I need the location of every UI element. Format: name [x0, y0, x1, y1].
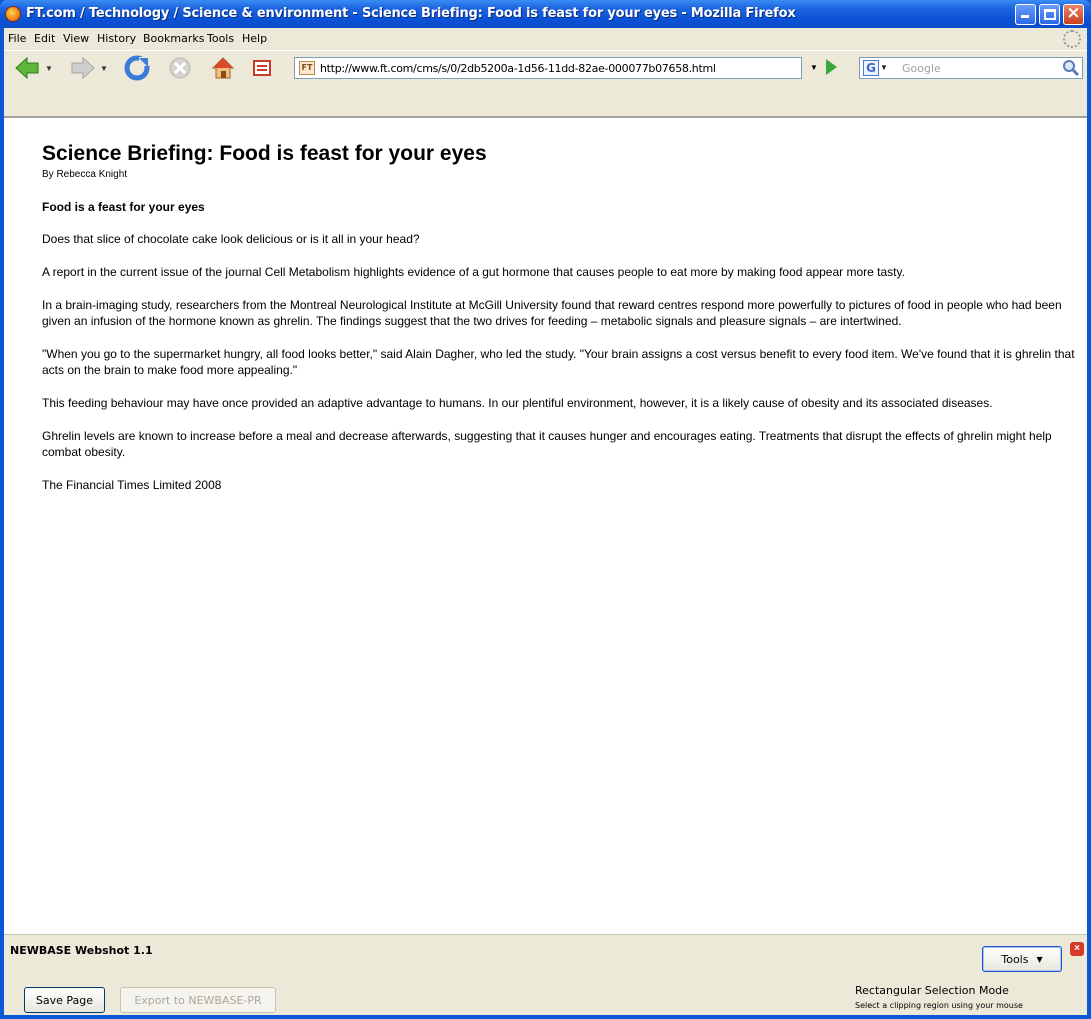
home-button[interactable] — [209, 55, 237, 81]
title-bar: FT.com / Technology / Science & environm… — [0, 0, 1091, 28]
reload-icon — [124, 55, 150, 81]
close-icon: × — [1066, 3, 1081, 23]
search-placeholder[interactable]: Google — [902, 62, 941, 75]
article-paragraph: "When you go to the supermarket hungry, … — [42, 347, 1075, 377]
tools-dropdown-icon: ▼ — [1036, 954, 1043, 964]
tools-label: Tools — [1001, 952, 1029, 966]
minimize-icon — [1021, 15, 1029, 18]
article-paragraph: This feeding behaviour may have once pro… — [42, 396, 993, 410]
article-paragraph: Does that slice of chocolate cake look d… — [42, 232, 420, 246]
minimize-button[interactable] — [1015, 4, 1036, 25]
search-box[interactable]: G ▼ Google — [859, 57, 1083, 79]
menu-tools[interactable]: Tools — [207, 32, 234, 45]
go-arrow-icon[interactable] — [826, 59, 837, 75]
panel-close-icon[interactable]: × — [1070, 942, 1084, 956]
article-paragraph: A report in the current issue of the jou… — [42, 265, 905, 279]
browser-window: FT.com / Technology / Science & environm… — [0, 0, 1091, 1019]
selection-mode-description: Select a clipping region using your mous… — [855, 1001, 1023, 1010]
forward-arrow-icon — [71, 57, 95, 79]
forward-history-dropdown[interactable]: ▼ — [99, 55, 109, 81]
site-favicon-icon: FT — [299, 61, 315, 75]
menu-help[interactable]: Help — [242, 32, 267, 45]
url-text[interactable]: http://www.ft.com/cms/s/0/2db5200a-1d56-… — [320, 62, 716, 75]
google-engine-icon[interactable]: G — [863, 60, 879, 76]
article-subhead: Food is a feast for your eyes — [42, 200, 205, 214]
stop-icon — [169, 57, 191, 79]
home-icon — [211, 57, 235, 79]
url-history-dropdown[interactable]: ▼ — [806, 57, 822, 79]
magnifier-icon — [1063, 60, 1080, 77]
tools-dropdown-button[interactable]: Tools ▼ — [982, 946, 1062, 972]
menu-edit[interactable]: Edit — [34, 32, 55, 45]
article-paragraph: In a brain-imaging study, researchers fr… — [42, 298, 1062, 328]
article-headline: Science Briefing: Food is feast for your… — [42, 142, 487, 165]
menu-history[interactable]: History — [97, 32, 136, 45]
firefox-icon — [5, 6, 21, 22]
print-button[interactable] — [248, 55, 276, 81]
selection-mode-title: Rectangular Selection Mode — [855, 984, 1009, 997]
print-icon — [253, 60, 271, 76]
export-button[interactable]: Export to NEWBASE-PR — [120, 987, 276, 1013]
stop-button[interactable] — [166, 55, 194, 81]
url-bar[interactable]: FT http://www.ft.com/cms/s/0/2db5200a-1d… — [294, 57, 802, 79]
forward-button[interactable] — [68, 55, 98, 81]
article: Science Briefing: Food is feast for your… — [42, 140, 1082, 493]
menu-bar: File Edit View History Bookmarks Tools H… — [4, 28, 1087, 50]
back-button[interactable] — [12, 55, 42, 81]
article-copyright: The Financial Times Limited 2008 — [42, 478, 222, 492]
panel-title: NEWBASE Webshot 1.1 — [10, 944, 153, 957]
page-content: Science Briefing: Food is feast for your… — [4, 118, 1087, 934]
browser-chrome: File Edit View History Bookmarks Tools H… — [4, 28, 1087, 118]
save-page-button[interactable]: Save Page — [24, 987, 105, 1013]
engine-dropdown-icon[interactable]: ▼ — [880, 63, 888, 72]
maximize-icon — [1044, 9, 1056, 20]
search-button[interactable] — [1062, 59, 1080, 77]
menu-bookmarks[interactable]: Bookmarks — [143, 32, 204, 45]
back-history-dropdown[interactable]: ▼ — [44, 55, 54, 81]
menu-file[interactable]: File — [8, 32, 26, 45]
back-arrow-icon — [15, 57, 39, 79]
navigation-toolbar: ▼ ▼ FT http://www.ft.com/cms/s/0/2db5200… — [4, 50, 1087, 84]
article-paragraph: Ghrelin levels are known to increase bef… — [42, 429, 1052, 459]
reload-button[interactable] — [122, 55, 152, 81]
menu-view[interactable]: View — [63, 32, 89, 45]
window-title: FT.com / Technology / Science & environm… — [26, 6, 796, 21]
throbber-icon — [1063, 30, 1081, 48]
maximize-button[interactable] — [1039, 4, 1060, 25]
close-button[interactable]: × — [1063, 3, 1084, 25]
article-byline: By Rebecca Knight — [42, 169, 128, 180]
webshot-panel: NEWBASE Webshot 1.1 Tools ▼ × Save Page … — [4, 934, 1087, 1015]
